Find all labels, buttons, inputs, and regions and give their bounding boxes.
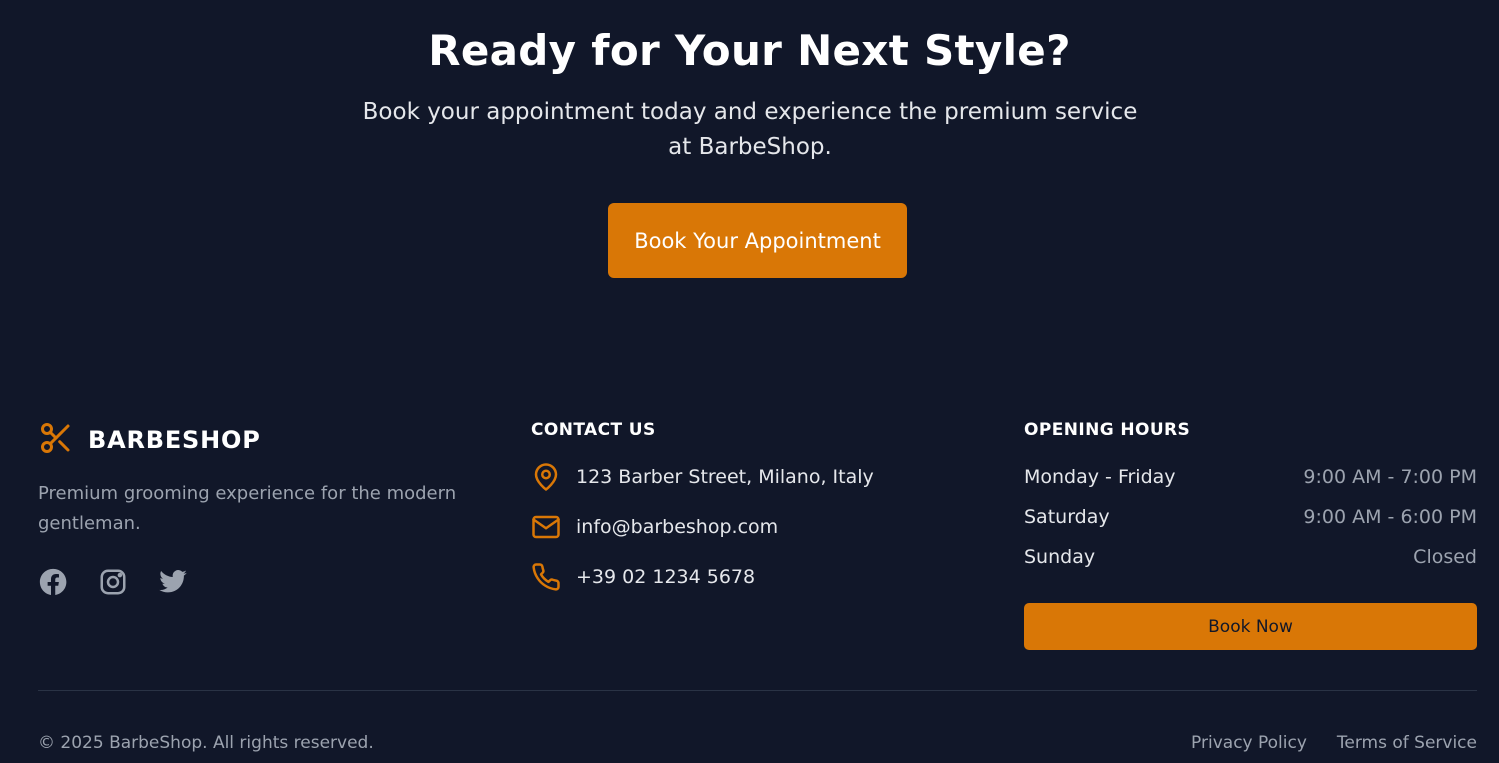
cta-title: Ready for Your Next Style?	[428, 26, 1071, 75]
footer-divider	[38, 690, 1477, 691]
brand-description: Premium grooming experience for the mode…	[38, 483, 457, 534]
hours-day: Monday - Friday	[1024, 466, 1176, 488]
brand-logo[interactable]: BARBESHOP	[38, 420, 261, 460]
scissors-icon	[38, 420, 74, 460]
phone-icon	[531, 562, 561, 592]
hours-heading: OPENING HOURS	[1024, 420, 1191, 440]
email-text[interactable]: info@barbeshop.com	[576, 516, 778, 538]
contact-heading: CONTACT US	[531, 420, 656, 440]
hours-row: Saturday 9:00 AM - 6:00 PM	[1024, 506, 1477, 528]
contact-phone[interactable]: +39 02 1234 5678	[531, 562, 755, 592]
book-now-button[interactable]: Book Now	[1024, 603, 1477, 650]
legal-links: Privacy Policy Terms of Service	[1191, 733, 1477, 753]
copyright-text: © 2025 BarbeShop. All rights reserved.	[38, 733, 374, 753]
map-pin-icon	[531, 462, 561, 492]
instagram-icon[interactable]	[98, 567, 128, 597]
twitter-icon[interactable]	[158, 567, 188, 597]
cta-subtitle: Book your appointment today and experien…	[362, 99, 1138, 160]
privacy-policy-link[interactable]: Privacy Policy	[1191, 733, 1307, 753]
hours-time: 9:00 AM - 6:00 PM	[1303, 506, 1477, 528]
contact-address: 123 Barber Street, Milano, Italy	[531, 462, 874, 492]
page: Ready for Your Next Style? Book your app…	[0, 0, 1499, 763]
contact-email[interactable]: info@barbeshop.com	[531, 512, 778, 542]
hours-row: Sunday Closed	[1024, 546, 1477, 568]
social-links	[38, 567, 188, 597]
hours-day: Saturday	[1024, 506, 1110, 528]
mail-icon	[531, 512, 561, 542]
hours-time: Closed	[1413, 546, 1477, 568]
facebook-icon[interactable]	[38, 567, 68, 597]
terms-of-service-link[interactable]: Terms of Service	[1337, 733, 1477, 753]
hours-row: Monday - Friday 9:00 AM - 7:00 PM	[1024, 466, 1477, 488]
address-text: 123 Barber Street, Milano, Italy	[576, 466, 874, 488]
hours-day: Sunday	[1024, 546, 1096, 568]
book-appointment-button[interactable]: Book Your Appointment	[608, 203, 907, 278]
phone-text[interactable]: +39 02 1234 5678	[576, 566, 755, 588]
hours-time: 9:00 AM - 7:00 PM	[1303, 466, 1477, 488]
brand-name: BARBESHOP	[88, 426, 261, 454]
